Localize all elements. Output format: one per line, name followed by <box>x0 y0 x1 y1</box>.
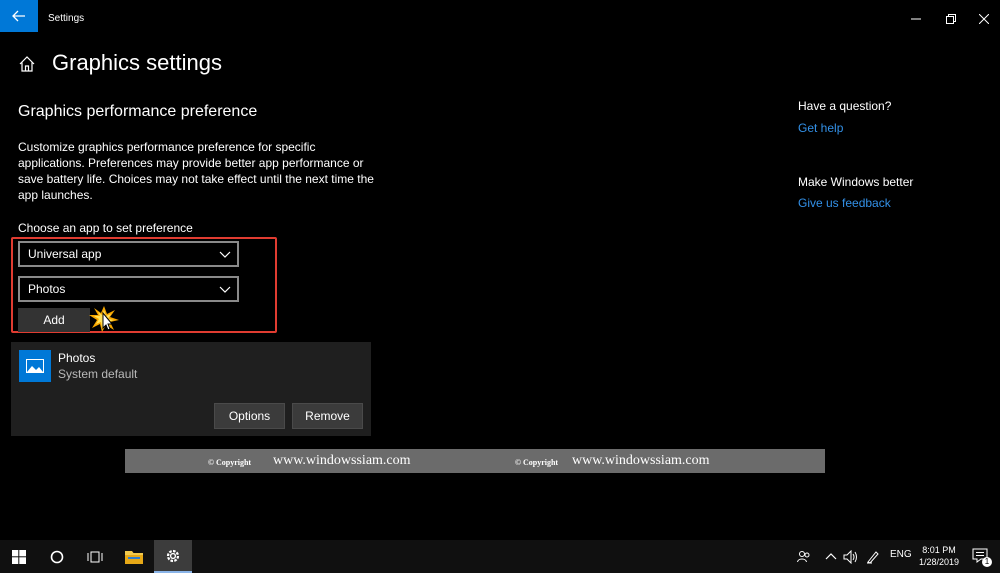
clock-date: 1/28/2019 <box>918 557 960 567</box>
options-button[interactable]: Options <box>214 403 285 429</box>
restore-button[interactable] <box>941 9 961 29</box>
chevron-up-icon[interactable] <box>825 551 837 561</box>
back-button[interactable] <box>0 0 38 32</box>
section-title: Graphics performance preference <box>18 103 258 120</box>
make-windows-better-heading: Make Windows better <box>798 175 914 189</box>
clock[interactable]: 8:01 PM 1/28/2019 <box>912 544 966 568</box>
language-indicator[interactable]: ENG <box>890 549 912 560</box>
clock-time: 8:01 PM <box>922 545 956 555</box>
click-cursor-icon <box>89 306 119 332</box>
chevron-down-icon <box>219 251 231 258</box>
windows-logo-icon <box>12 549 26 564</box>
remove-button[interactable]: Remove <box>292 403 363 429</box>
app-entry-card[interactable]: Photos System default Options Remove <box>11 342 371 436</box>
action-center-button[interactable]: 1 <box>972 548 992 567</box>
gear-icon <box>166 549 180 562</box>
app-name: Photos <box>58 351 96 365</box>
watermark-copyright: © Copyright <box>208 458 252 467</box>
back-arrow-icon <box>12 10 25 22</box>
add-button[interactable]: Add <box>18 308 90 332</box>
home-icon[interactable] <box>18 55 36 73</box>
taskbar: ENG 8:01 PM 1/28/2019 1 <box>0 540 1000 573</box>
app-type-value: Universal app <box>28 247 102 261</box>
app-type-dropdown[interactable]: Universal app <box>18 241 239 267</box>
description-text: Customize graphics performance preferenc… <box>18 140 374 202</box>
people-icon[interactable] <box>797 550 811 564</box>
watermark-site: www.windowssiam.com <box>273 453 411 468</box>
watermark-site: www.windowssiam.com <box>572 453 710 468</box>
title-bar: Settings <box>0 0 1000 36</box>
close-icon <box>979 14 989 24</box>
photos-app-icon <box>19 350 51 382</box>
app-preference: System default <box>58 367 138 381</box>
app-dropdown[interactable]: Photos <box>18 276 239 302</box>
feedback-link[interactable]: Give us feedback <box>798 196 891 210</box>
task-view-button[interactable] <box>76 540 114 573</box>
page-title: Graphics settings <box>52 50 222 75</box>
get-help-link[interactable]: Get help <box>798 121 843 135</box>
cortana-circle-icon <box>50 550 64 563</box>
settings-taskbar-button[interactable] <box>154 540 192 573</box>
minimize-icon <box>911 18 921 20</box>
pen-icon[interactable] <box>866 550 880 564</box>
volume-icon[interactable] <box>843 550 859 564</box>
watermark-banner: © Copyright www.windowssiam.com © Copyri… <box>125 449 825 473</box>
notification-badge: 1 <box>982 557 992 567</box>
photos-icon <box>26 359 44 373</box>
window-title: Settings <box>48 13 85 24</box>
start-button[interactable] <box>0 540 38 573</box>
minimize-button[interactable] <box>906 9 926 29</box>
question-heading: Have a question? <box>798 99 892 113</box>
file-explorer-button[interactable] <box>115 540 153 573</box>
choose-app-label: Choose an app to set preference <box>18 221 193 235</box>
watermark-copyright: © Copyright <box>515 458 559 467</box>
restore-icon <box>946 14 956 24</box>
app-value: Photos <box>28 282 66 296</box>
task-view-icon <box>87 551 103 562</box>
search-button[interactable] <box>38 540 76 573</box>
close-button[interactable] <box>974 9 994 29</box>
folder-icon <box>125 550 143 564</box>
chevron-down-icon <box>219 286 231 293</box>
